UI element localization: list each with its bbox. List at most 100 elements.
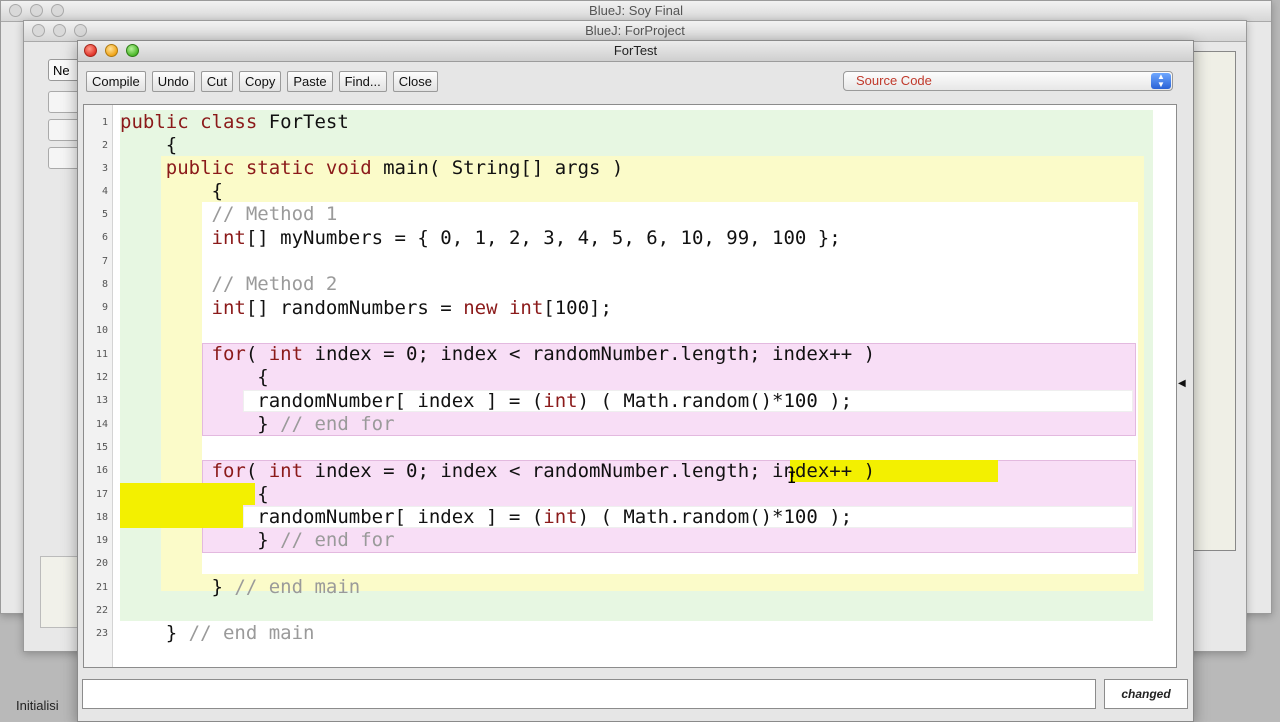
close-icon[interactable] (32, 24, 45, 37)
line-number: 9 (101, 302, 108, 313)
code-line-17: { (120, 483, 269, 505)
code-line-21: } // end main (120, 576, 361, 598)
window-title: BlueJ: Soy Final (589, 3, 683, 18)
code-editor[interactable]: 1 2 3 4 5 6 7 8 9 10 11 12 13 14 15 16 17 18 19 20 21 22 23 pu… (83, 104, 1177, 668)
code-token: for (120, 343, 246, 365)
code-token: [] randomNumbers = (245, 297, 464, 319)
code-token: int (543, 506, 578, 528)
close-button[interactable]: Close (392, 71, 438, 92)
line-number: 21 (95, 582, 108, 593)
cut-button[interactable]: Cut (200, 71, 233, 92)
code-line-11: for( int index = 0; index < randomNumber… (120, 343, 876, 365)
line-number: 10 (95, 325, 108, 336)
code-line-18: randomNumber[ index ] = (int) ( Math.ran… (120, 506, 852, 528)
code-line-5: // Method 1 (120, 203, 338, 225)
code-token: randomNumber[ index ] = ( (120, 506, 544, 528)
line-number: 6 (101, 232, 108, 243)
line-number: 22 (95, 605, 108, 616)
line-number: 15 (95, 442, 108, 453)
line-number: 2 (101, 140, 108, 151)
code-token: int (120, 227, 246, 249)
view-select[interactable]: Source Code ▲ ▼ (843, 71, 1173, 91)
code-token: public static void (120, 157, 372, 179)
code-token: ForTest (257, 111, 349, 133)
code-token: } (120, 576, 223, 598)
code-line-9: int[] randomNumbers = new int[100]; (120, 297, 612, 319)
status-message-area (82, 679, 1096, 709)
code-token: int (543, 390, 578, 412)
code-token: ) ( Math.random()*100 ); (577, 506, 853, 528)
code-comment: // end main (177, 622, 315, 644)
editor-titlebar: ForTest (78, 41, 1193, 62)
code-comment: // end for (268, 529, 395, 551)
line-number: 13 (95, 395, 108, 406)
code-line-14: } // end for (120, 413, 395, 435)
line-number: 5 (101, 209, 108, 220)
line-number: 20 (95, 558, 108, 569)
code-token: randomNumber[ index ] = ( (120, 390, 544, 412)
code-token: ( (245, 343, 269, 365)
zoom-icon[interactable] (51, 4, 64, 17)
code-line-13: randomNumber[ index ] = (int) ( Math.ran… (120, 390, 852, 412)
close-icon[interactable] (84, 44, 97, 57)
select-arrows-icon: ▲ ▼ (1151, 73, 1171, 89)
window-controls (32, 24, 87, 37)
window-title: ForTest (613, 43, 658, 58)
code-token: ( (245, 460, 269, 482)
line-number: 12 (95, 372, 108, 383)
line-number: 14 (95, 419, 108, 430)
window-controls (9, 4, 64, 17)
code-line-2: { (120, 134, 178, 156)
line-number: 1 (101, 117, 108, 128)
minimize-icon[interactable] (30, 4, 43, 17)
line-number: 23 (95, 628, 108, 639)
window-controls (84, 44, 139, 57)
code-token: [100]; (543, 297, 612, 319)
line-number: 4 (101, 186, 108, 197)
line-number: 18 (95, 512, 108, 523)
line-number: 8 (101, 279, 108, 290)
editor-window: ForTest Compile Undo Cut Copy Paste Find… (77, 40, 1194, 722)
collapse-arrow-icon[interactable]: ◀ (1178, 378, 1186, 389)
code-token: int (268, 460, 304, 482)
zoom-icon[interactable] (74, 24, 87, 37)
code-line-23: } // end main (120, 622, 315, 644)
code-line-12: { (120, 366, 269, 388)
copy-button[interactable]: Copy (239, 71, 282, 92)
code-token: ) ( Math.random()*100 ); (577, 390, 853, 412)
code-token: int (120, 297, 246, 319)
find-button[interactable]: Find... (338, 71, 387, 92)
view-select-value: Source Code (856, 73, 932, 88)
code-line-8: // Method 2 (120, 273, 338, 295)
changed-indicator: changed (1104, 679, 1188, 709)
close-icon[interactable] (9, 4, 22, 17)
code-line-1: public class ForTest (120, 111, 349, 133)
status-text: Initialisi (16, 698, 59, 713)
code-token: for (120, 460, 246, 482)
code-token: new int (463, 297, 544, 319)
code-token: } (120, 413, 269, 435)
background-window-titlebar: BlueJ: ForProject (24, 21, 1246, 42)
code-line-3: public static void main( String[] args ) (120, 157, 624, 179)
code-token: [] myNumbers = { 0, 1, 2, 3, 4, 5, 6, 10… (245, 227, 841, 249)
line-number: 17 (95, 489, 108, 500)
code-line-6: int[] myNumbers = { 0, 1, 2, 3, 4, 5, 6,… (120, 227, 841, 249)
background-window-titlebar: BlueJ: Soy Final (1, 1, 1271, 22)
zoom-icon[interactable] (126, 44, 139, 57)
code-line-16: for( int index = 0; index < randomNumber… (120, 460, 876, 482)
line-number: 3 (101, 163, 108, 174)
minimize-icon[interactable] (53, 24, 66, 37)
minimize-icon[interactable] (105, 44, 118, 57)
undo-button[interactable]: Undo (151, 71, 195, 92)
line-number: 11 (95, 349, 108, 360)
line-number: 16 (95, 465, 108, 476)
editor-toolbar: Compile Undo Cut Copy Paste Find... Clos… (86, 71, 438, 92)
code-token: main( String[] args ) (371, 157, 624, 179)
line-number: 19 (95, 535, 108, 546)
paste-button[interactable]: Paste (287, 71, 333, 92)
code-comment: // end for (268, 413, 395, 435)
compile-button[interactable]: Compile (86, 71, 146, 92)
code-line-19: } // end for (120, 529, 395, 551)
line-number: 7 (101, 256, 108, 267)
code-line-4: { (120, 180, 223, 202)
